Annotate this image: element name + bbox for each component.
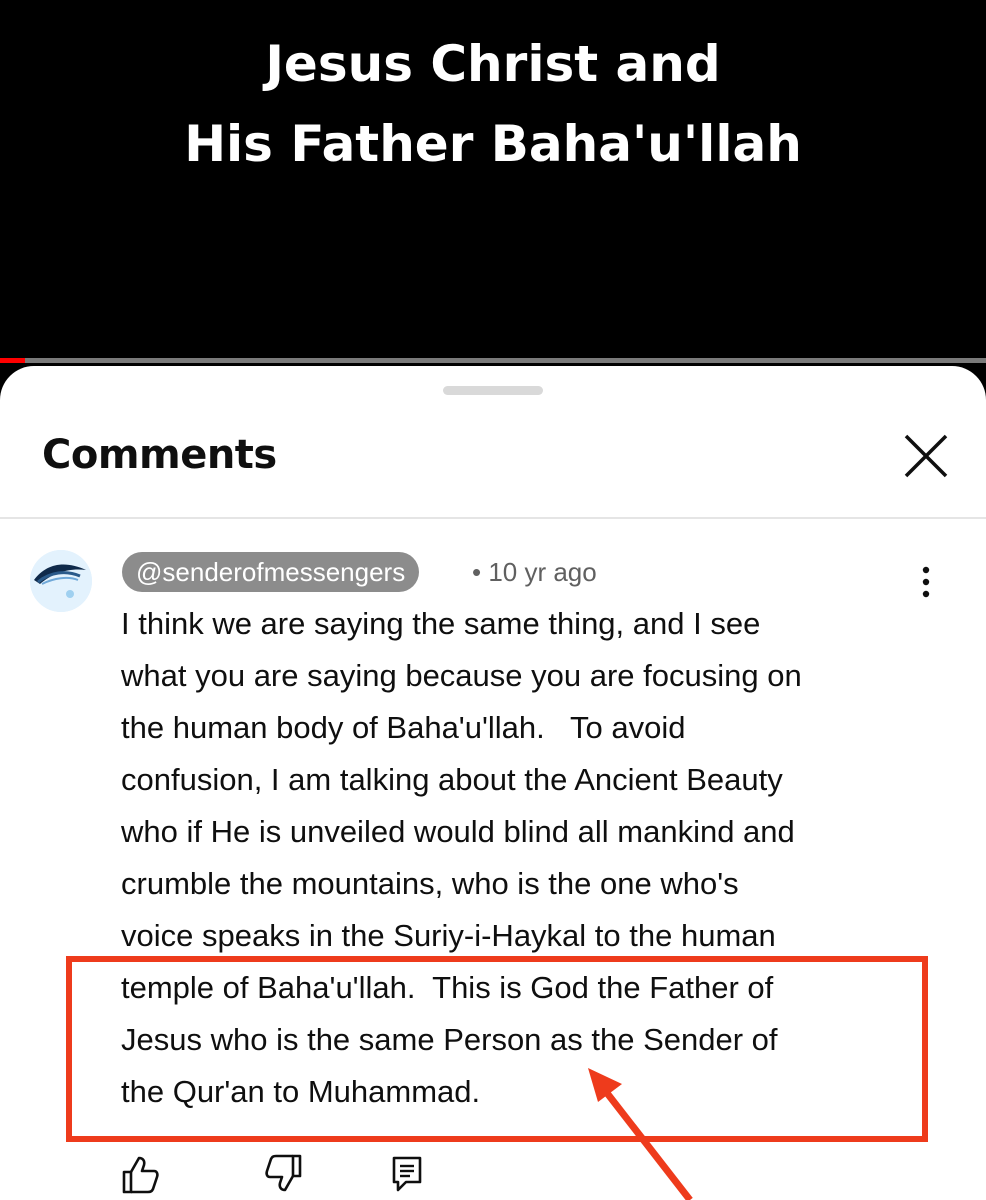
video-title-line-2: His Father Baha'u'llah xyxy=(184,115,802,173)
comment-line: confusion, I am talking about the Ancien… xyxy=(121,762,783,797)
comment-line: crumble the mountains, who is the one wh… xyxy=(121,866,739,901)
thumbs-down-icon xyxy=(265,1154,302,1192)
comment-line: what you are saying because you are focu… xyxy=(121,658,802,693)
comment-line: the Qur'an to Muhammad. xyxy=(121,1074,481,1109)
reply-button[interactable] xyxy=(386,1152,430,1196)
comment-line: who if He is unveiled would blind all ma… xyxy=(121,814,795,849)
video-progress-bar[interactable] xyxy=(0,358,986,363)
avatar-image xyxy=(30,550,92,612)
comment-timestamp: • 10 yr ago xyxy=(472,557,597,587)
close-icon xyxy=(904,434,948,478)
comments-sheet: Comments @senderofmessengers • 10 yr ago… xyxy=(0,366,986,1200)
comment-author-handle[interactable]: @senderofmessengers xyxy=(122,552,420,592)
comment-more-button[interactable] xyxy=(906,562,946,602)
video-player[interactable]: Jesus Christ and His Father Baha'u'llah xyxy=(0,0,986,363)
reply-icon xyxy=(392,1156,422,1192)
more-vert-icon xyxy=(922,566,930,598)
close-button[interactable] xyxy=(898,428,954,484)
comment-line: the human body of Baha'u'llah. To avoid xyxy=(121,710,686,745)
comment-line: temple of Baha'u'llah. This is God the F… xyxy=(121,970,774,1005)
sheet-drag-handle[interactable] xyxy=(443,386,543,395)
avatar[interactable] xyxy=(30,550,92,612)
like-button[interactable] xyxy=(118,1152,162,1196)
video-title-line-1: Jesus Christ and xyxy=(265,35,721,93)
comment-line: I think we are saying the same thing, an… xyxy=(121,606,761,641)
header-divider xyxy=(0,517,986,519)
comment-text: I think we are saying the same thing, an… xyxy=(121,598,921,1118)
video-progress-fill xyxy=(0,358,25,363)
dislike-button[interactable] xyxy=(262,1152,306,1196)
video-title: Jesus Christ and His Father Baha'u'llah xyxy=(0,24,986,184)
thumbs-up-icon xyxy=(122,1156,159,1194)
comment-line: voice speaks in the Suriy-i-Haykal to th… xyxy=(121,918,776,953)
comments-title: Comments xyxy=(42,432,277,478)
comment-line: Jesus who is the same Person as the Send… xyxy=(121,1022,778,1057)
